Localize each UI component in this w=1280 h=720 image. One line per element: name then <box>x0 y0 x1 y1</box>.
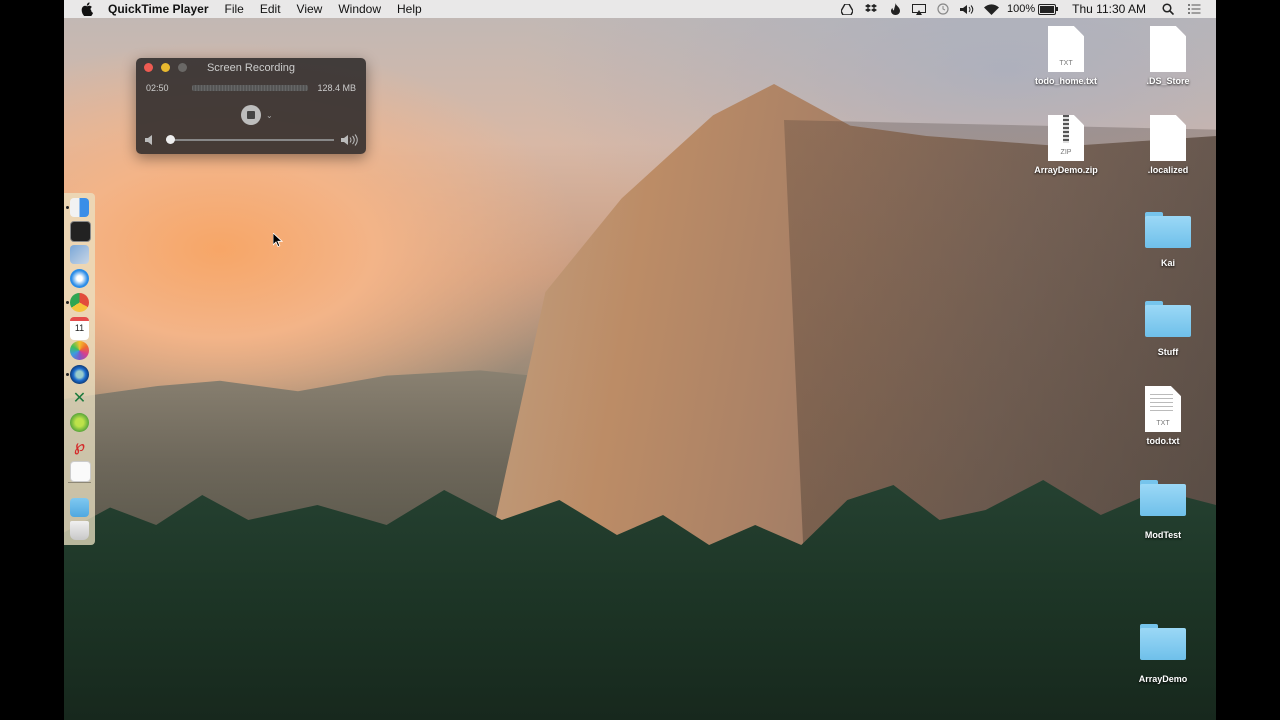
desktop-file-arraydemo-zip[interactable]: ZIP ArrayDemo.zip <box>1024 115 1108 175</box>
menu-view[interactable]: View <box>297 2 323 16</box>
menu-file[interactable]: File <box>225 2 244 16</box>
folder-label: ModTest <box>1144 530 1182 540</box>
dock-acrobat[interactable]: ℘ <box>70 437 89 456</box>
running-indicator <box>66 373 69 376</box>
panel-title: Screen Recording <box>206 62 296 74</box>
notification-center-icon[interactable] <box>1186 3 1202 15</box>
stop-recording-button[interactable] <box>241 105 261 125</box>
dock-finder[interactable] <box>70 198 89 217</box>
desktop-file-todo[interactable]: TXT todo.txt <box>1121 386 1205 446</box>
file-label: .localized <box>1147 165 1189 175</box>
audio-level-meter <box>192 85 308 91</box>
desktop-folder-kai[interactable]: Kai <box>1126 212 1210 268</box>
menu-window[interactable]: Window <box>338 2 381 16</box>
dropbox-icon[interactable] <box>863 3 879 15</box>
google-drive-icon[interactable] <box>839 3 855 15</box>
flame-icon[interactable] <box>887 3 903 15</box>
volume-low-icon <box>145 135 152 145</box>
airplay-icon[interactable] <box>911 3 927 15</box>
desktop-file-todo-home[interactable]: TXT todo_home.txt <box>1024 26 1108 86</box>
dock-excel[interactable]: ✕ <box>70 389 89 408</box>
apple-menu-icon[interactable] <box>80 2 94 16</box>
folder-label: ArrayDemo <box>1138 674 1188 684</box>
file-size: 128.4 MB <box>317 83 356 93</box>
app-name-menu[interactable]: QuickTime Player <box>108 2 209 16</box>
dock-atom[interactable] <box>70 413 89 432</box>
desktop-file-ds-store[interactable]: .DS_Store <box>1126 26 1210 86</box>
txt-file-icon: TXT <box>1048 26 1084 72</box>
desktop-file-localized[interactable]: .localized <box>1126 115 1210 175</box>
dock-safari[interactable] <box>70 269 89 288</box>
folder-label: Kai <box>1160 258 1175 268</box>
blank-file-icon <box>1150 115 1186 161</box>
mouse-pointer-icon <box>273 233 283 247</box>
dock-trash[interactable] <box>70 521 89 540</box>
file-label: .DS_Store <box>1146 76 1190 86</box>
battery-fill <box>1040 5 1055 13</box>
blank-file-icon <box>1150 26 1186 72</box>
dock-photos[interactable] <box>70 341 89 360</box>
volume-slider-knob[interactable] <box>166 135 175 144</box>
txt-file-icon: TXT <box>1145 386 1181 432</box>
file-label: todo_home.txt <box>1035 76 1097 86</box>
dock: 11 ✕ ℘ <box>64 193 95 545</box>
clock[interactable]: Thu 11:30 AM <box>1072 2 1146 16</box>
status-area: 100% Thu 11:30 AM <box>831 2 1216 16</box>
time-machine-icon[interactable] <box>935 3 951 15</box>
dock-downloads[interactable] <box>70 498 89 517</box>
elapsed-time: 02:50 <box>146 83 169 93</box>
file-label: ArrayDemo.zip <box>1034 165 1098 175</box>
volume-icon[interactable] <box>959 3 975 15</box>
volume-high-icon <box>341 134 358 146</box>
desktop-folder-stuff[interactable]: Stuff <box>1126 301 1210 357</box>
dock-chrome[interactable] <box>70 293 89 312</box>
wifi-icon[interactable] <box>983 3 999 15</box>
folder-icon <box>1140 480 1186 516</box>
dock-calendar[interactable]: 11 <box>70 317 89 340</box>
battery-icon[interactable] <box>1038 3 1059 15</box>
folder-icon <box>1145 212 1191 248</box>
dock-terminal[interactable] <box>70 221 91 242</box>
menu-bar: QuickTime Player File Edit View Window H… <box>64 0 1216 18</box>
folder-icon <box>1145 301 1191 337</box>
folder-label: Stuff <box>1157 347 1179 357</box>
folder-icon <box>1140 624 1186 660</box>
spotlight-search-icon[interactable] <box>1160 3 1176 15</box>
battery-percent[interactable]: 100% <box>1007 3 1035 15</box>
zip-file-icon: ZIP <box>1048 115 1084 161</box>
volume-slider[interactable] <box>166 139 334 141</box>
running-indicator <box>66 206 69 209</box>
desktop-screen: QuickTime Player File Edit View Window H… <box>64 0 1216 720</box>
dock-textedit[interactable] <box>70 461 91 482</box>
desktop-folder-modtest[interactable]: ModTest <box>1121 480 1205 540</box>
menu-edit[interactable]: Edit <box>260 2 281 16</box>
file-label: todo.txt <box>1146 436 1180 446</box>
dock-separator <box>68 482 91 483</box>
dock-preview[interactable] <box>70 245 89 264</box>
options-chevron-down-icon[interactable]: ⌄ <box>266 111 273 120</box>
screen-recording-panel[interactable]: Screen Recording 02:50 128.4 MB ⌄ <box>136 58 366 154</box>
stop-icon <box>247 111 255 119</box>
desktop-folder-arraydemo[interactable]: ArrayDemo <box>1121 624 1205 684</box>
menu-help[interactable]: Help <box>397 2 422 16</box>
dock-quicktime[interactable] <box>70 365 89 384</box>
running-indicator <box>66 301 69 304</box>
